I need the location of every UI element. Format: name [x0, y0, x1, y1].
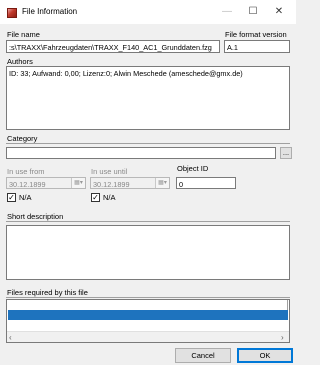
short-description-textarea[interactable]: [6, 225, 290, 280]
cancel-button[interactable]: Cancel: [175, 348, 231, 363]
files-required-list[interactable]: ‹ ›: [6, 299, 290, 343]
files-required-separator: [6, 297, 290, 298]
in-use-from-date-picker[interactable]: 30.12.1899 ▦▾: [6, 177, 86, 189]
in-use-until-date-picker[interactable]: 30.12.1899 ▦▾: [90, 177, 170, 189]
short-description-separator: [6, 221, 290, 222]
in-use-until-na-checkbox[interactable]: ✓: [91, 193, 100, 202]
short-description-label: Short description: [7, 212, 64, 221]
file-format-label: File format version: [225, 30, 287, 39]
in-use-until-label: In use until: [91, 167, 128, 176]
category-separator: [6, 143, 290, 144]
scroll-right-icon[interactable]: ›: [281, 333, 284, 342]
file-format-value: A.1: [227, 43, 238, 52]
category-label: Category: [7, 134, 38, 143]
category-value: [7, 148, 275, 150]
scroll-left-icon[interactable]: ‹: [9, 333, 12, 342]
close-button[interactable]: ✕: [266, 4, 292, 20]
maximize-button[interactable]: ☐: [240, 4, 266, 20]
ok-button[interactable]: OK: [237, 348, 293, 363]
category-input[interactable]: [6, 147, 276, 159]
minimize-button[interactable]: —: [214, 4, 240, 20]
list-selected-row[interactable]: [8, 310, 288, 320]
authors-label: Authors: [7, 57, 33, 66]
in-use-until-na-label: N/A: [103, 193, 116, 202]
in-use-from-na-checkbox[interactable]: ✓: [7, 193, 16, 202]
file-name-value: :s\TRAXX\Fahrzeugdaten\TRAXX_F140_AC1_Gr…: [9, 43, 212, 52]
object-id-value: 0: [179, 180, 184, 189]
in-use-from-na-label: N/A: [19, 193, 32, 202]
object-id-label: Object ID: [177, 164, 209, 173]
files-required-label: Files required by this file: [7, 288, 88, 297]
file-format-field[interactable]: A.1: [224, 40, 290, 53]
authors-value: ID: 33; Aufwand: 0,00; Lizenz:0; Alwin M…: [9, 69, 243, 78]
file-name-field[interactable]: :s\TRAXX\Fahrzeugdaten\TRAXX_F140_AC1_Gr…: [6, 40, 220, 53]
calendar-dropdown-icon[interactable]: ▦▾: [71, 178, 85, 188]
list-column-divider: [287, 300, 288, 310]
file-name-label: File name: [7, 30, 40, 39]
app-icon: [7, 8, 17, 18]
window-title: File Information: [22, 7, 78, 16]
object-id-input[interactable]: 0: [176, 177, 236, 189]
short-description-value: [7, 226, 289, 228]
horizontal-scrollbar[interactable]: ‹ ›: [7, 331, 289, 342]
category-browse-button[interactable]: ...: [280, 147, 292, 159]
calendar-dropdown-icon[interactable]: ▦▾: [155, 178, 169, 188]
authors-textarea[interactable]: ID: 33; Aufwand: 0,00; Lizenz:0; Alwin M…: [6, 66, 290, 130]
in-use-from-label: In use from: [7, 167, 45, 176]
